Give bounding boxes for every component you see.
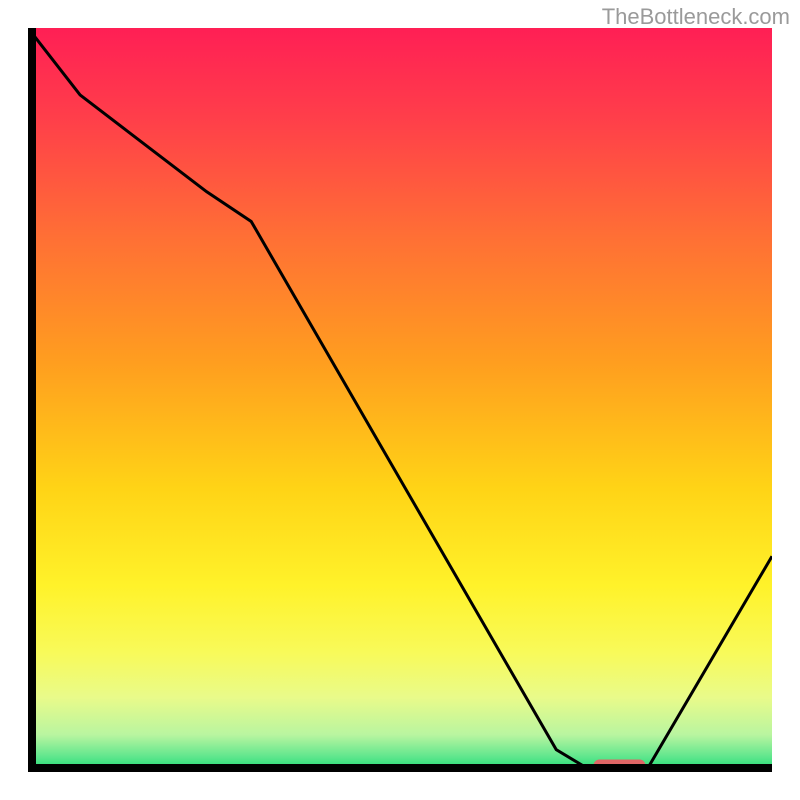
optimal-zone-marker [593, 760, 645, 772]
chart-container: TheBottleneck.com [0, 0, 800, 800]
watermark-text: TheBottleneck.com [602, 4, 790, 30]
plot-area [28, 28, 772, 772]
chart-svg [28, 28, 772, 772]
